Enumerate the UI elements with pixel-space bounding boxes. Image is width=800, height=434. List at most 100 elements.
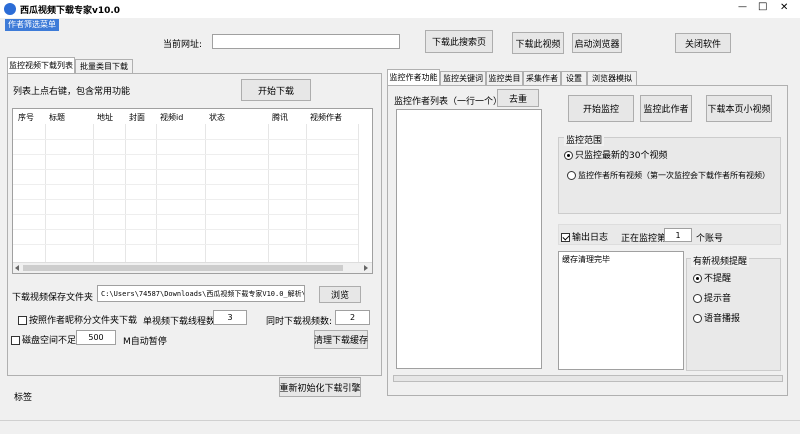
concurrent-input[interactable]: 2 [335, 310, 370, 325]
disk-low-label: 磁盘空间不足 [22, 336, 77, 346]
output-log-label: 输出日志 [572, 233, 609, 243]
row-line [13, 184, 358, 185]
close-icon[interactable]: ✕ [780, 2, 788, 13]
checkbox-icon[interactable] [11, 336, 20, 345]
url-input[interactable] [212, 34, 400, 49]
right-tabs: 监控作者功能 监控关键词 监控类目 采集作者 设置 浏览器模拟 [387, 69, 787, 85]
download-video-button[interactable]: 下载此视频 [512, 32, 564, 54]
menu-bar: 作者筛选菜单 [0, 18, 800, 32]
tab-monitor-category[interactable]: 监控类目 [486, 71, 523, 85]
table-header: 序号 标题 地址 封面 视频id 状态 腾讯 视频作者 [13, 109, 372, 124]
start-monitor-button[interactable]: 开始监控 [568, 95, 634, 122]
save-folder-label: 下载视频保存文件夹 [12, 293, 94, 303]
radio-icon[interactable] [693, 294, 702, 303]
minimize-icon[interactable]: — [738, 2, 747, 12]
range-latest-30-radio[interactable]: 只监控最新的30个视频 [564, 148, 667, 161]
column-header[interactable]: 腾讯 [272, 112, 288, 123]
start-browser-button[interactable]: 启动浏览器 [572, 33, 622, 53]
tab-monitor-keyword[interactable]: 监控关键词 [440, 71, 486, 85]
radio-icon[interactable] [564, 151, 573, 160]
column-divider [205, 124, 206, 262]
radio-icon[interactable] [567, 171, 576, 180]
column-header[interactable]: 封面 [129, 112, 145, 123]
row-line [13, 214, 358, 215]
download-list-table[interactable]: 序号 标题 地址 封面 视频id 状态 腾讯 视频作者 [12, 108, 373, 274]
checkbox-icon[interactable] [561, 233, 570, 242]
notify-title: 有新视频提醒 [691, 254, 750, 267]
title-bar: 西瓜视频下载专家v10.0 — □ ✕ [0, 0, 800, 18]
range-all-videos-radio[interactable]: 监控作者所有视频（第一次监控会下载作者所有视频） [567, 170, 770, 181]
row-line [13, 154, 358, 155]
by-author-folder-label: 按照作者昵称分文件夹下载 [29, 316, 138, 326]
column-header[interactable]: 视频id [160, 112, 183, 123]
notify-sound-radio[interactable]: 提示音 [693, 291, 731, 304]
tab-monitor-author[interactable]: 监控作者功能 [387, 69, 440, 85]
window-title: 西瓜视频下载专家v10.0 [20, 6, 121, 16]
concurrent-label: 同时下载视频数: [266, 317, 333, 327]
column-header[interactable]: 状态 [209, 112, 225, 123]
range-latest-30-label: 只监控最新的30个视频 [575, 151, 668, 161]
column-divider [156, 124, 157, 262]
dedupe-button[interactable]: 去重 [497, 89, 539, 107]
tab-settings[interactable]: 设置 [561, 71, 587, 85]
column-divider [93, 124, 94, 262]
radio-icon[interactable] [693, 274, 702, 283]
tab-collect-author[interactable]: 采集作者 [523, 71, 561, 85]
tab-batch-category-download[interactable]: 批量类目下载 [75, 59, 133, 73]
checkbox-icon[interactable] [18, 316, 27, 325]
author-list-textarea[interactable] [396, 109, 542, 369]
download-search-button[interactable]: 下载此搜索页 [425, 30, 493, 53]
notify-voice-radio[interactable]: 语音播报 [693, 311, 740, 324]
column-divider [268, 124, 269, 262]
log-options-row: 输出日志 正在监控第 1 个账号 [558, 224, 781, 245]
reinit-engine-button[interactable]: 重新初始化下载引擎 [279, 377, 361, 397]
column-divider [45, 124, 46, 262]
row-line [13, 229, 358, 230]
tab-monitor-download-list[interactable]: 监控视频下载列表 [7, 57, 75, 73]
column-divider [125, 124, 126, 262]
maximize-icon[interactable]: □ [758, 1, 767, 12]
column-divider [358, 124, 359, 262]
close-software-button[interactable]: 关闭软件 [675, 33, 731, 53]
radio-icon[interactable] [693, 314, 702, 323]
output-log-checkbox[interactable]: 输出日志 [561, 230, 608, 243]
disk-low-input[interactable]: 500 [76, 330, 116, 345]
menu-item-author-filter[interactable]: 作者筛选菜单 [5, 19, 59, 31]
monitoring-index-input[interactable]: 1 [664, 228, 692, 242]
notify-sound-label: 提示音 [704, 294, 732, 304]
monitoring-suffix: 个账号 [696, 234, 724, 244]
app-icon [4, 3, 16, 15]
column-header[interactable]: 标题 [49, 112, 65, 123]
disk-low-suffix: M自动暂停 [123, 337, 167, 347]
download-page-small-video-button[interactable]: 下载本页小视频 [706, 95, 772, 122]
progress-bar [393, 375, 783, 382]
scroll-right-icon[interactable] [364, 265, 368, 271]
scroll-left-icon[interactable] [15, 265, 19, 271]
log-textarea[interactable]: 缓存清理完毕 [558, 251, 684, 370]
column-divider [306, 124, 307, 262]
url-label: 当前网址: [163, 40, 203, 50]
by-author-folder-checkbox[interactable]: 按照作者昵称分文件夹下载 [18, 313, 137, 326]
disk-low-checkbox[interactable]: 磁盘空间不足 [11, 333, 76, 346]
column-header[interactable]: 视频作者 [310, 112, 342, 123]
clear-cache-button[interactable]: 清理下载缓存 [314, 330, 368, 349]
notify-voice-label: 语音播报 [704, 314, 741, 324]
row-line [13, 244, 358, 245]
column-header[interactable]: 地址 [97, 112, 113, 123]
tab-browser-sim[interactable]: 浏览器模拟 [587, 71, 637, 85]
horizontal-scrollbar[interactable] [13, 262, 372, 273]
column-header[interactable]: 序号 [18, 112, 34, 123]
log-text: 缓存清理完毕 [562, 255, 610, 264]
status-bar [0, 420, 800, 434]
monitor-range-title: 监控范围 [564, 133, 605, 146]
start-download-button[interactable]: 开始下载 [241, 79, 311, 101]
row-line [13, 199, 358, 200]
notify-none-radio[interactable]: 不提醒 [693, 271, 731, 284]
monitor-this-author-button[interactable]: 监控此作者 [640, 95, 692, 122]
single-threads-input[interactable]: 3 [213, 310, 247, 325]
browse-button[interactable]: 浏览 [319, 286, 361, 303]
monitor-range-group: 监控范围 只监控最新的30个视频 监控作者所有视频（第一次监控会下载作者所有视频… [558, 133, 781, 214]
notify-none-label: 不提醒 [704, 274, 732, 284]
save-folder-input[interactable]: C:\Users\74587\Downloads\西瓜视频下载专家V10.0_解… [97, 285, 305, 302]
scrollbar-thumb[interactable] [23, 265, 343, 271]
